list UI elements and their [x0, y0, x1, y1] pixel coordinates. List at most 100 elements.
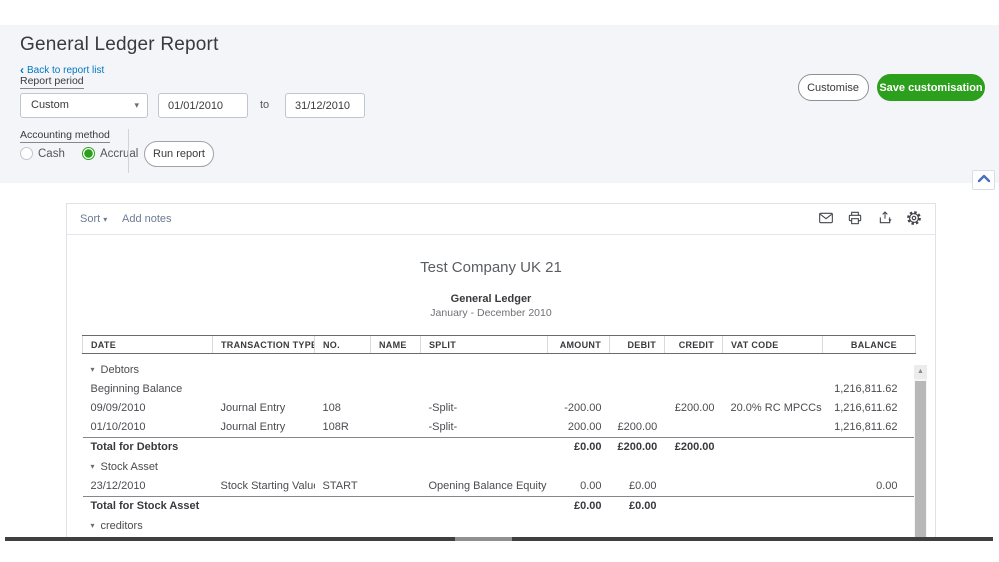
chevron-down-icon: ▾	[103, 215, 107, 224]
section-row[interactable]: ▾Stock Asset	[83, 457, 916, 477]
cell-name	[371, 399, 421, 418]
cell-date: Beginning Balance	[83, 380, 213, 399]
cell-amount	[548, 457, 610, 477]
cell-split	[421, 496, 548, 516]
cell-date: ▾creditors	[83, 516, 213, 536]
column-header-ttype: TRANSACTION TYPE	[213, 336, 315, 354]
settings-icon[interactable]	[903, 210, 925, 229]
horizontal-scrollbar[interactable]	[5, 537, 993, 541]
chevron-up-icon	[977, 173, 991, 188]
column-header-amount: AMOUNT	[548, 336, 610, 354]
report-card: Sort▾ Add notes Test Company UK 21 Gener…	[66, 203, 936, 541]
cell-amount: 200.00	[548, 418, 610, 438]
accrual-radio[interactable]: Accrual	[82, 147, 138, 160]
horizontal-scrollbar-thumb[interactable]	[455, 537, 512, 541]
cell-vat	[723, 360, 823, 380]
chevron-down-icon: ▾	[134, 94, 139, 117]
cell-credit	[665, 516, 723, 536]
vertical-divider	[128, 129, 129, 173]
run-report-button[interactable]: Run report	[144, 141, 214, 167]
cell-credit: £200.00	[665, 399, 723, 418]
total-row: Total for Stock Asset£0.00£0.00	[83, 496, 916, 516]
section-row[interactable]: ▾Debtors	[83, 360, 916, 380]
cell-amount: £0.00	[548, 437, 610, 457]
cell-debit	[610, 380, 665, 399]
radio-checked-icon	[82, 147, 95, 160]
header-actions: Customise Save customisation	[798, 74, 985, 101]
cell-balance	[823, 360, 916, 380]
cell-split	[421, 360, 548, 380]
scrollbar-thumb[interactable]	[915, 381, 926, 541]
cell-vat: 20.0% RC MPCCs	[723, 399, 823, 418]
cell-name	[371, 360, 421, 380]
print-icon[interactable]	[844, 210, 866, 229]
sort-label: Sort	[80, 213, 100, 225]
cell-amount: 0.00	[548, 477, 610, 497]
cell-vat	[723, 457, 823, 477]
cell-date: 09/09/2010	[83, 399, 213, 418]
cell-balance	[823, 437, 916, 457]
accounting-method-label: Accounting method	[20, 129, 110, 143]
scroll-up-icon[interactable]: ▲	[914, 365, 927, 379]
report-period-subtitle: January - December 2010	[67, 307, 915, 319]
column-header-debit: DEBIT	[610, 336, 665, 354]
add-notes-button[interactable]: Add notes	[122, 213, 172, 225]
cell-no	[315, 437, 371, 457]
date-to-input[interactable]	[285, 93, 365, 118]
cell-credit	[665, 418, 723, 438]
email-icon[interactable]	[815, 210, 837, 229]
cell-no: 108R	[315, 418, 371, 438]
cell-split: -Split-	[421, 399, 548, 418]
export-icon[interactable]	[874, 210, 896, 229]
cell-name	[371, 437, 421, 457]
cell-balance: 1,216,611.62	[823, 399, 916, 418]
cell-vat	[723, 437, 823, 457]
customise-button[interactable]: Customise	[798, 74, 869, 101]
column-header-date: DATE	[83, 336, 213, 354]
cell-date: ▾Debtors	[83, 360, 213, 380]
save-customisation-button[interactable]: Save customisation	[877, 74, 985, 101]
ledger-table: DATETRANSACTION TYPENO.NAMESPLITAMOUNTDE…	[82, 335, 916, 541]
collapse-triangle-icon[interactable]: ▾	[91, 516, 95, 535]
cell-split	[421, 457, 548, 477]
column-header-vat: VAT CODE	[723, 336, 823, 354]
vertical-scrollbar[interactable]: ▲	[914, 365, 927, 541]
cell-amount: -200.00	[548, 399, 610, 418]
cell-date: 01/10/2010	[83, 418, 213, 438]
column-header-credit: CREDIT	[665, 336, 723, 354]
cell-credit	[665, 380, 723, 399]
cash-radio[interactable]: Cash	[20, 147, 65, 160]
report-toolbar: Sort▾ Add notes	[67, 204, 935, 235]
section-row[interactable]: ▾creditors	[83, 516, 916, 536]
cell-debit	[610, 360, 665, 380]
cell-no	[315, 380, 371, 399]
cell-name	[371, 496, 421, 516]
report-period-value: Custom	[31, 99, 69, 111]
cell-no	[315, 496, 371, 516]
collapse-triangle-icon[interactable]: ▾	[91, 360, 95, 379]
cell-name	[371, 457, 421, 477]
accrual-radio-label: Accrual	[100, 148, 138, 160]
report-period-select[interactable]: Custom ▾	[20, 93, 148, 118]
report-company-name: Test Company UK 21	[67, 259, 915, 276]
cell-debit	[610, 516, 665, 536]
cell-ttype	[213, 360, 315, 380]
cell-no: START	[315, 477, 371, 497]
collapse-triangle-icon[interactable]: ▾	[91, 457, 95, 476]
cell-no: 108	[315, 399, 371, 418]
column-header-balance: BALANCE	[823, 336, 916, 354]
sort-button[interactable]: Sort▾	[80, 213, 107, 225]
cell-balance	[823, 457, 916, 477]
total-row: Total for Debtors£0.00£200.00£200.00	[83, 437, 916, 457]
column-header-name: NAME	[371, 336, 421, 354]
collapse-panel-button[interactable]	[972, 170, 995, 190]
report-header-band: General Ledger Report ‹Back to report li…	[0, 25, 999, 183]
table-row: 23/12/2010Stock Starting ValueSTARTOpeni…	[83, 477, 916, 497]
cell-name	[371, 516, 421, 536]
cell-split: Opening Balance Equity	[421, 477, 548, 497]
date-from-input[interactable]	[158, 93, 248, 118]
cell-ttype	[213, 457, 315, 477]
column-header-split: SPLIT	[421, 336, 548, 354]
cell-name	[371, 380, 421, 399]
cell-amount: £0.00	[548, 496, 610, 516]
